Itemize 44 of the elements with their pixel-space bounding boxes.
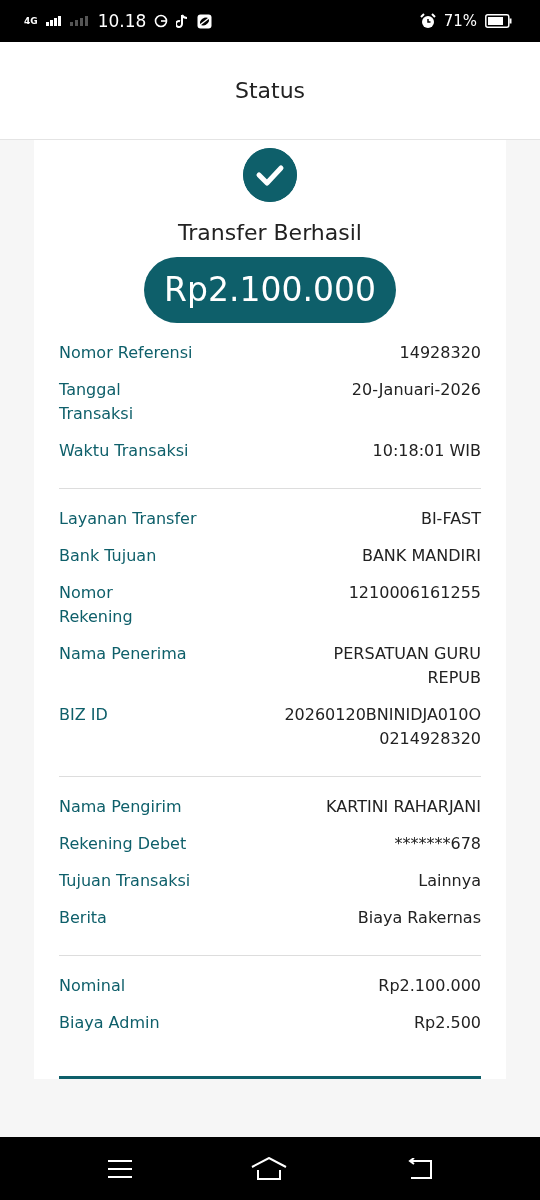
- menu-icon[interactable]: [107, 1158, 133, 1179]
- app-icon: [197, 13, 213, 29]
- field-label: Nomor Rekening: [59, 581, 133, 628]
- field-value: *******678: [394, 832, 481, 855]
- field-value: Biaya Rakernas: [357, 906, 481, 929]
- field-value: PERSATUAN GURU REPUB: [333, 642, 481, 689]
- alarm-clock-icon: [419, 13, 436, 29]
- signal-icon: [45, 16, 62, 26]
- battery-percentage: 71%: [443, 13, 477, 29]
- field-label: Bank Tujuan: [59, 544, 157, 567]
- amount-badge: Rp2.100.000: [144, 257, 396, 323]
- battery-icon: [485, 14, 512, 28]
- field-label: Biaya Admin: [59, 1011, 160, 1034]
- clock-time: 10.18: [97, 12, 147, 30]
- app-icon: [154, 14, 169, 28]
- field-label: Nama Penerima: [59, 642, 187, 665]
- field-value: Rp2.500: [413, 1011, 481, 1034]
- field-label: Nomor Referensi: [59, 341, 193, 364]
- field-label: Nominal: [59, 974, 126, 997]
- field-label: Berita: [59, 906, 107, 929]
- field-value: 14928320: [399, 341, 481, 364]
- field-label: Layanan Transfer: [59, 507, 197, 530]
- result-title: Transfer Berhasil: [178, 219, 362, 247]
- field-label: Tujuan Transaksi: [59, 869, 191, 892]
- music-note-icon: [176, 13, 190, 29]
- field-value: BANK MANDIRI: [361, 544, 481, 567]
- signal-icon: [69, 16, 90, 26]
- field-label: Tanggal Transaksi: [59, 378, 134, 425]
- field-value: BI-FAST: [420, 507, 481, 530]
- field-value: Rp2.100.000: [378, 974, 481, 997]
- network-label: 4G: [24, 16, 38, 26]
- success-check-icon: [243, 148, 297, 202]
- page-title: Status: [234, 77, 306, 105]
- home-icon[interactable]: [251, 1156, 287, 1181]
- field-value: 20-Januari-2026: [351, 378, 481, 401]
- field-label: Rekening Debet: [59, 832, 187, 855]
- field-value: 20260120BNINIDJA010O 0214928320: [284, 703, 481, 750]
- field-value: Lainnya: [418, 869, 481, 892]
- field-label: Waktu Transaksi: [59, 439, 189, 462]
- field-value: 10:18:01 WIB: [372, 439, 481, 462]
- field-value: KARTINI RAHARJANI: [326, 795, 481, 818]
- field-value: 1210006161255: [348, 581, 481, 604]
- field-label: Nama Pengirim: [59, 795, 182, 818]
- field-label: BIZ ID: [59, 703, 108, 726]
